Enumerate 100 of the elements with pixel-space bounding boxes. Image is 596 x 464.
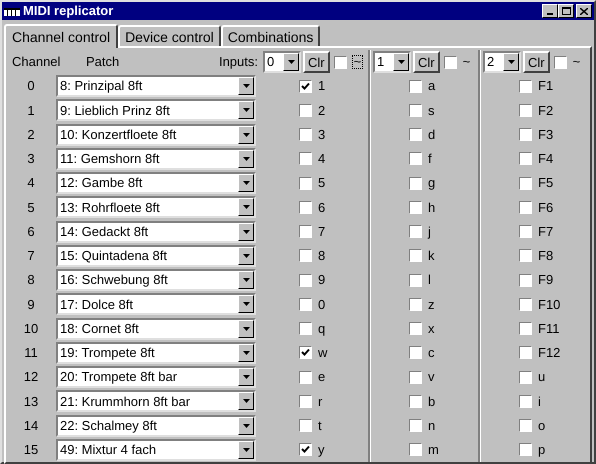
patch-dropdown[interactable]: 11: Gemshorn 8ft (56, 148, 256, 170)
checkbox[interactable] (409, 298, 422, 311)
dropdown-button[interactable] (238, 440, 254, 459)
minimize-button[interactable] (542, 4, 558, 18)
checkbox[interactable] (444, 56, 457, 68)
dropdown-button[interactable] (238, 101, 254, 120)
checkbox[interactable] (299, 394, 312, 408)
dropdown-button[interactable] (238, 150, 254, 168)
dropdown-button[interactable] (238, 271, 254, 290)
checkbox[interactable] (299, 249, 312, 262)
patch-dropdown[interactable]: 15: Quintadena 8ft (56, 244, 256, 267)
checkbox[interactable] (299, 225, 312, 238)
checkbox[interactable] (334, 56, 347, 68)
tab[interactable]: Device control (118, 25, 221, 46)
checkbox[interactable] (299, 274, 312, 287)
patch-dropdown[interactable]: 12: Gambe 8ft (56, 172, 256, 194)
dropdown-button[interactable] (238, 416, 254, 435)
checkbox[interactable] (299, 370, 312, 384)
maximize-button[interactable] (558, 4, 574, 18)
checkbox[interactable] (519, 104, 532, 117)
checkbox[interactable] (409, 80, 422, 93)
patch-dropdown[interactable]: 9: Lieblich Prinz 8ft (56, 99, 256, 122)
checkbox[interactable] (299, 80, 312, 93)
dropdown-button[interactable] (238, 77, 254, 96)
checkbox[interactable] (409, 370, 422, 384)
dropdown-button[interactable] (238, 198, 254, 216)
dropdown-button[interactable] (238, 222, 254, 241)
patch-dropdown[interactable]: 22: Schalmey 8ft (56, 414, 256, 437)
checkbox[interactable] (409, 104, 422, 117)
patch-dropdown[interactable]: 14: Gedackt 8ft (56, 220, 256, 243)
patch-dropdown[interactable]: 10: Konzertfloete 8ft (56, 124, 256, 146)
tab[interactable]: Channel control (4, 24, 118, 48)
checkbox[interactable] (409, 200, 422, 214)
checkbox[interactable] (409, 176, 422, 190)
checkbox[interactable] (409, 443, 422, 456)
input-dropdown[interactable]: 2 (483, 51, 521, 73)
patch-dropdown[interactable]: 49: Mixtur 4 fach (56, 438, 256, 461)
dropdown-button[interactable] (238, 392, 254, 410)
checkbox[interactable] (519, 200, 532, 214)
patch-dropdown[interactable]: 18: Cornet 8ft (56, 318, 256, 340)
dropdown-button[interactable] (393, 53, 409, 71)
checkbox[interactable] (409, 225, 422, 238)
checkbox[interactable] (519, 394, 532, 408)
tab[interactable]: Combinations (220, 25, 320, 46)
dropdown-button[interactable] (238, 126, 254, 144)
checkbox[interactable] (299, 152, 312, 166)
checkbox[interactable] (409, 419, 422, 432)
checkbox[interactable] (519, 298, 532, 311)
checkbox[interactable] (519, 176, 532, 190)
checkbox[interactable] (409, 128, 422, 142)
dropdown-button[interactable] (238, 320, 254, 338)
checkbox[interactable] (409, 249, 422, 262)
clear-button[interactable]: Clr (303, 51, 330, 73)
checkbox[interactable] (409, 394, 422, 408)
input-dropdown[interactable]: 1 (373, 51, 411, 73)
dropdown-button[interactable] (238, 368, 254, 386)
checkbox[interactable] (299, 128, 312, 142)
checkbox[interactable] (519, 152, 532, 166)
checkbox[interactable] (409, 274, 422, 287)
column-header: Channel (12, 53, 62, 72)
checkbox[interactable] (554, 56, 567, 68)
dropdown-button[interactable] (238, 174, 254, 192)
patch-dropdown[interactable]: 13: Rohrfloete 8ft (56, 196, 256, 218)
patch-dropdown[interactable]: 19: Trompete 8ft (56, 342, 256, 364)
checkbox[interactable] (409, 152, 422, 166)
close-button[interactable] (576, 4, 592, 18)
checkbox[interactable] (299, 443, 312, 456)
dropdown-button[interactable] (503, 53, 519, 71)
patch-dropdown[interactable]: 21: Krummhorn 8ft bar (56, 390, 256, 412)
clear-button[interactable]: Clr (413, 51, 440, 73)
checkbox[interactable] (519, 249, 532, 262)
checkbox[interactable] (519, 322, 532, 336)
checkbox[interactable] (409, 322, 422, 336)
checkbox[interactable] (519, 80, 532, 93)
dropdown-button[interactable] (238, 295, 254, 314)
checkbox[interactable] (299, 419, 312, 432)
checkbox[interactable] (299, 298, 312, 311)
dropdown-button[interactable] (238, 344, 254, 362)
checkbox[interactable] (519, 443, 532, 456)
checkbox[interactable] (519, 419, 532, 432)
checkbox[interactable] (299, 200, 312, 214)
checkbox[interactable] (519, 346, 532, 360)
dropdown-button[interactable] (238, 246, 254, 265)
checkbox[interactable] (409, 346, 422, 360)
checkbox[interactable] (299, 322, 312, 336)
key-label: d (428, 126, 436, 144)
checkbox[interactable] (299, 104, 312, 117)
patch-dropdown[interactable]: 8: Prinzipal 8ft (56, 75, 256, 98)
patch-dropdown[interactable]: 17: Dolce 8ft (56, 293, 256, 316)
checkbox[interactable] (519, 370, 532, 384)
checkbox[interactable] (519, 225, 532, 238)
checkbox[interactable] (519, 128, 532, 142)
checkbox[interactable] (519, 274, 532, 287)
dropdown-button[interactable] (283, 53, 299, 71)
checkbox[interactable] (299, 176, 312, 190)
input-dropdown[interactable]: 0 (263, 51, 301, 73)
patch-dropdown[interactable]: 20: Trompete 8ft bar (56, 366, 256, 388)
patch-dropdown[interactable]: 16: Schwebung 8ft (56, 269, 256, 292)
clear-button[interactable]: Clr (523, 51, 550, 73)
checkbox[interactable] (299, 346, 312, 360)
